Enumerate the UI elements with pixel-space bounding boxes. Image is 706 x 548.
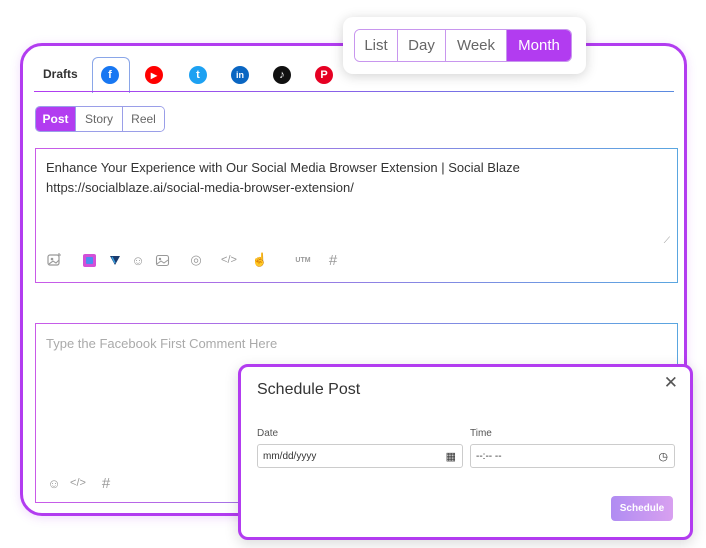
facebook-icon[interactable]: f xyxy=(101,66,119,84)
emoji-icon[interactable]: ☺ xyxy=(129,251,147,269)
clock-icon[interactable]: ◷ xyxy=(658,450,668,463)
dialog-title: Schedule Post xyxy=(257,381,361,398)
canva-icon[interactable] xyxy=(81,251,97,269)
target-icon[interactable]: ◎ xyxy=(187,251,205,269)
view-switcher: List Day Week Month xyxy=(343,17,586,74)
code-icon[interactable]: </> xyxy=(68,474,88,492)
hashtag-icon[interactable]: # xyxy=(325,251,341,269)
add-image-icon[interactable] xyxy=(45,251,63,269)
youtube-icon[interactable]: ▶ xyxy=(145,66,163,84)
date-field[interactable]: mm/dd/yyyy ▦ xyxy=(257,444,463,468)
view-list[interactable]: List xyxy=(355,30,398,61)
linkedin-icon[interactable]: in xyxy=(231,66,249,84)
view-day[interactable]: Day xyxy=(398,30,446,61)
post-text[interactable]: Enhance Your Experience with Our Social … xyxy=(46,158,661,198)
comment-placeholder[interactable]: Type the Facebook First Comment Here xyxy=(46,336,277,351)
twitter-icon[interactable]: t xyxy=(189,66,207,84)
post-editor[interactable]: Enhance Your Experience with Our Social … xyxy=(35,148,678,283)
code-icon[interactable]: </> xyxy=(219,251,239,269)
schedule-button[interactable]: Schedule xyxy=(611,496,673,521)
view-options: List Day Week Month xyxy=(354,29,572,62)
date-label: Date xyxy=(257,428,279,439)
post-type-switch: Post Story Reel xyxy=(35,106,165,132)
view-month[interactable]: Month xyxy=(507,30,571,61)
view-week[interactable]: Week xyxy=(446,30,507,61)
hashtag-icon[interactable]: # xyxy=(98,474,114,492)
time-field[interactable]: --:-- -- ◷ xyxy=(470,444,675,468)
media-library-icon[interactable] xyxy=(153,251,171,269)
tiktok-icon[interactable]: ♪ xyxy=(273,66,291,84)
calendar-icon[interactable]: ▦ xyxy=(446,450,456,463)
post-type-reel[interactable]: Reel xyxy=(123,107,164,131)
post-type-story[interactable]: Story xyxy=(76,107,123,131)
vimeo-icon[interactable] xyxy=(108,251,122,269)
pinterest-icon[interactable]: P xyxy=(315,66,333,84)
post-type-post[interactable]: Post xyxy=(36,107,76,131)
time-label: Time xyxy=(470,428,492,439)
date-value: mm/dd/yyyy xyxy=(263,450,317,462)
pointer-icon[interactable]: ☝ xyxy=(251,251,269,269)
time-value: --:-- -- xyxy=(476,450,502,462)
tabs-divider xyxy=(34,91,674,92)
emoji-icon[interactable]: ☺ xyxy=(45,474,63,492)
close-icon[interactable]: ✕ xyxy=(664,373,678,393)
resize-handle-icon[interactable]: ⟋ xyxy=(664,235,670,246)
schedule-dialog: Schedule Post ✕ Date mm/dd/yyyy ▦ Time -… xyxy=(238,364,693,540)
tab-drafts[interactable]: Drafts xyxy=(43,67,78,81)
utm-icon[interactable]: UTM xyxy=(292,251,314,269)
